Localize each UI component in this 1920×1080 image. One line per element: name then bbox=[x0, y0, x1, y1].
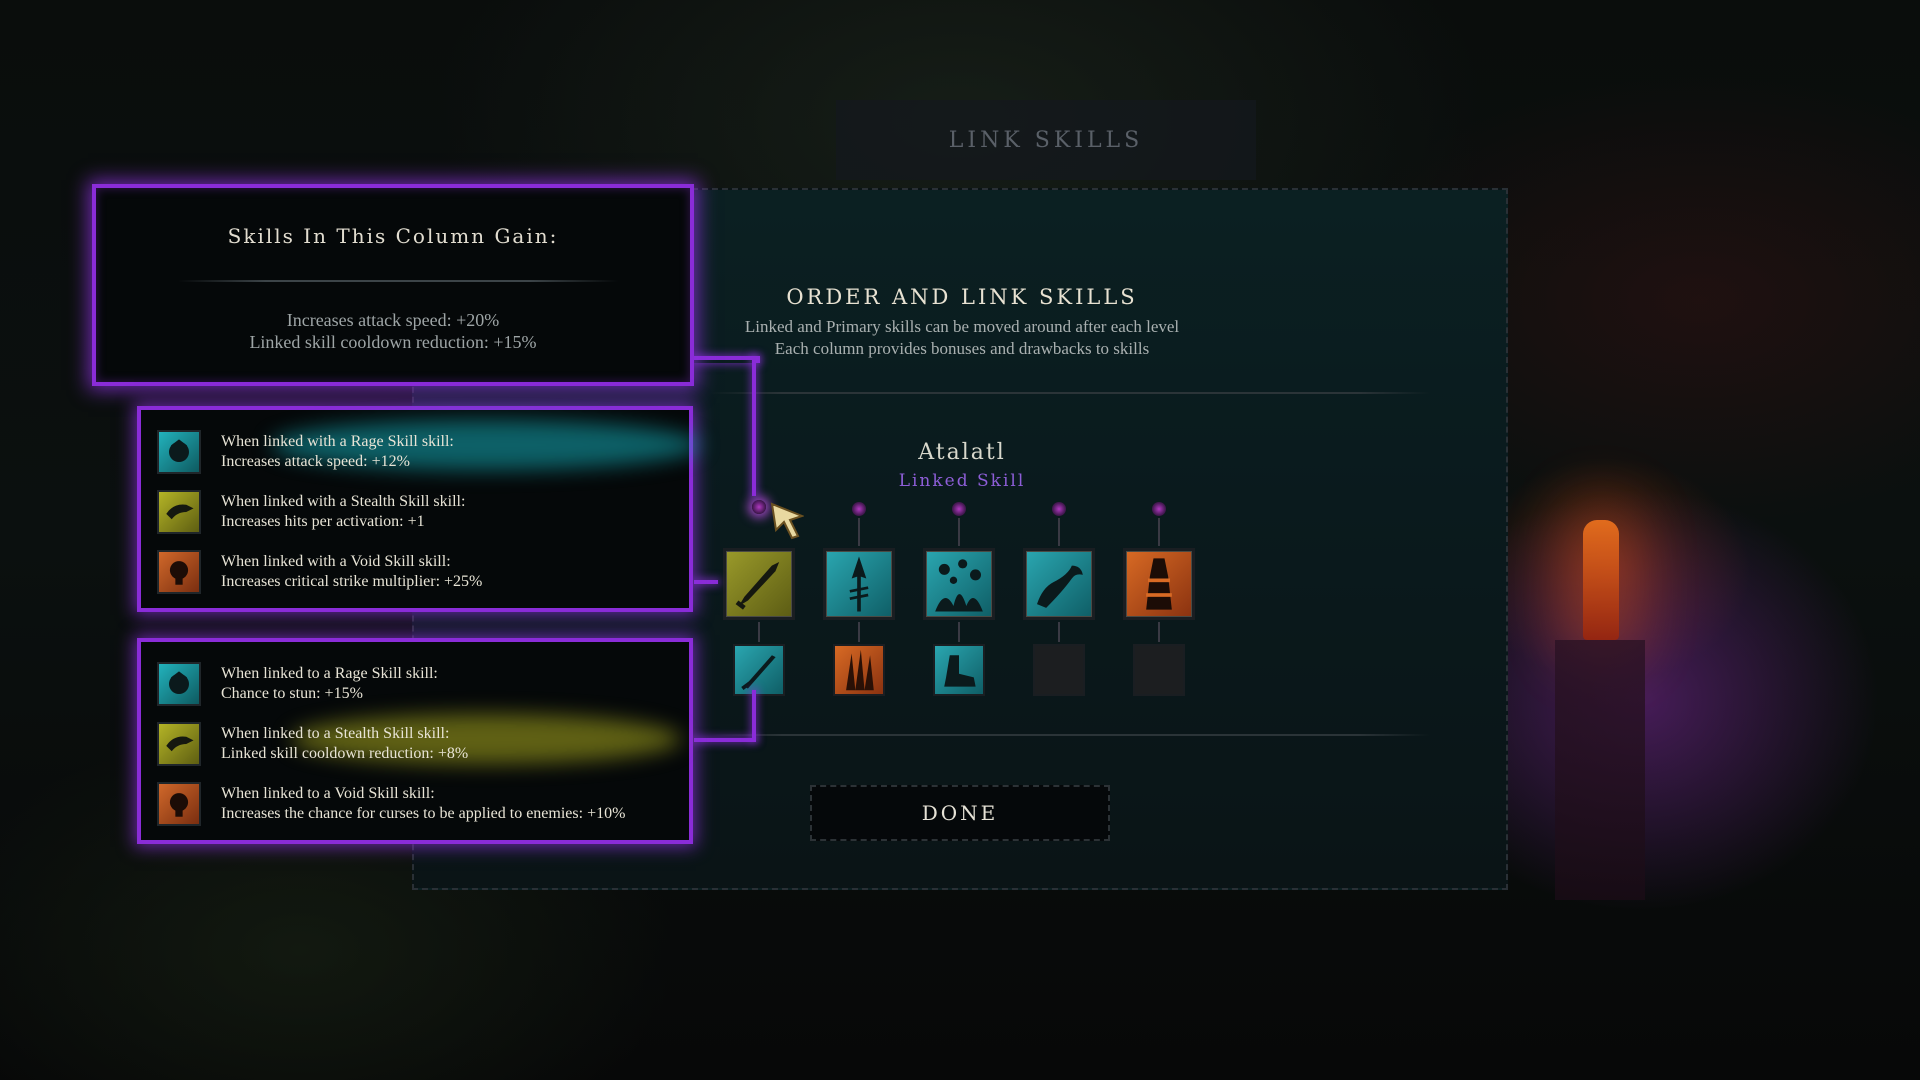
spear-skill-icon[interactable] bbox=[823, 548, 895, 620]
pin-line bbox=[858, 518, 860, 546]
spores-skill-icon[interactable] bbox=[923, 548, 995, 620]
bonus-effect: Chance to stun: +15% bbox=[221, 685, 363, 702]
divider bbox=[710, 392, 1430, 394]
bonus-row: When linked with a Void Skill skill: Incr… bbox=[157, 550, 677, 598]
panel-title: ORDER AND LINK SKILLS bbox=[786, 285, 1138, 309]
link-pin[interactable] bbox=[1152, 502, 1166, 516]
column-bonus-panel: Skills In This Column Gain: Increases at… bbox=[92, 184, 694, 386]
linked-to-bonus-panel: When linked to a Rage Skill skill: Chance… bbox=[137, 638, 693, 844]
bonus-effect: Linked skill cooldown reduction: +8% bbox=[221, 745, 469, 762]
pointer-cursor-icon bbox=[770, 502, 804, 540]
bonus-condition: When linked with a Stealth Skill skill: bbox=[221, 493, 466, 510]
rage-icon bbox=[157, 662, 201, 706]
bonus-condition: When linked to a Void Skill skill: bbox=[221, 785, 435, 802]
window-title-tab: LINK SKILLS bbox=[836, 100, 1256, 180]
link-connector bbox=[694, 738, 756, 742]
link-connector bbox=[694, 356, 760, 363]
stealth-icon bbox=[157, 722, 201, 766]
pin-line bbox=[1158, 518, 1160, 546]
link-connector bbox=[694, 580, 718, 584]
window-title: LINK SKILLS bbox=[948, 127, 1144, 153]
bonus-condition: When linked with a Rage Skill skill: bbox=[221, 433, 454, 450]
link-connector bbox=[752, 356, 756, 496]
bonus-effect: Increases the chance for curses to be ap… bbox=[221, 805, 626, 822]
background-lantern bbox=[1583, 520, 1619, 640]
column-bonus-line: Linked skill cooldown reduction: +15% bbox=[249, 332, 537, 352]
pin-line bbox=[1158, 622, 1160, 642]
serpent-skill-icon[interactable] bbox=[1023, 548, 1095, 620]
claw-skill-icon[interactable] bbox=[833, 644, 885, 696]
bonus-condition: When linked to a Stealth Skill skill: bbox=[221, 725, 450, 742]
background-pillar bbox=[1555, 640, 1645, 900]
done-button[interactable]: DONE bbox=[810, 785, 1110, 841]
bonus-row: When linked to a Rage Skill skill: Chance… bbox=[157, 662, 677, 710]
bonus-condition: When linked to a Rage Skill skill: bbox=[221, 665, 438, 682]
stealth-icon bbox=[157, 490, 201, 534]
empty-linked-slot[interactable] bbox=[1133, 644, 1185, 696]
rage-icon bbox=[157, 430, 201, 474]
selected-skill-name: Atalatl bbox=[918, 440, 1006, 465]
bonus-row: When linked with a Rage Skill skill: Incr… bbox=[157, 430, 677, 478]
pin-line bbox=[958, 518, 960, 546]
link-pin[interactable] bbox=[952, 502, 966, 516]
pin-line bbox=[1058, 622, 1060, 642]
bonus-effect: Increases critical strike multiplier: +2… bbox=[221, 573, 483, 590]
empty-linked-slot[interactable] bbox=[1033, 644, 1085, 696]
bonus-effect: Increases hits per activation: +1 bbox=[221, 513, 425, 530]
link-pin[interactable] bbox=[1052, 502, 1066, 516]
pin-line bbox=[958, 622, 960, 642]
column-bonus-title: Skills In This Column Gain: bbox=[227, 224, 559, 248]
void-icon bbox=[157, 550, 201, 594]
column-bonus-line: Increases attack speed: +20% bbox=[286, 310, 500, 330]
link-pin[interactable] bbox=[752, 500, 766, 514]
divider bbox=[710, 734, 1430, 736]
selected-skill-type: Linked Skill bbox=[898, 471, 1026, 491]
bonus-row: When linked with a Stealth Skill skill: I… bbox=[157, 490, 677, 538]
bonus-condition: When linked with a Void Skill skill: bbox=[221, 553, 451, 570]
void-icon bbox=[157, 782, 201, 826]
pin-line bbox=[758, 622, 760, 642]
pin-line bbox=[1058, 518, 1060, 546]
link-connector bbox=[752, 690, 756, 740]
boot-skill-icon[interactable] bbox=[933, 644, 985, 696]
atlatl-skill-icon[interactable] bbox=[733, 644, 785, 696]
totem-skill-icon[interactable] bbox=[1123, 548, 1195, 620]
divider bbox=[178, 280, 618, 282]
panel-subtitle-1: Linked and Primary skills can be moved a… bbox=[744, 317, 1180, 336]
bonus-row: When linked to a Void Skill skill: Increa… bbox=[157, 782, 677, 830]
bonus-effect: Increases attack speed: +12% bbox=[221, 453, 410, 470]
pin-line bbox=[858, 622, 860, 642]
bonus-row: When linked to a Stealth Skill skill: Lin… bbox=[157, 722, 677, 770]
dagger-skill-icon[interactable] bbox=[723, 548, 795, 620]
link-pin[interactable] bbox=[852, 502, 866, 516]
linked-with-bonus-panel: When linked with a Rage Skill skill: Incr… bbox=[137, 406, 701, 612]
